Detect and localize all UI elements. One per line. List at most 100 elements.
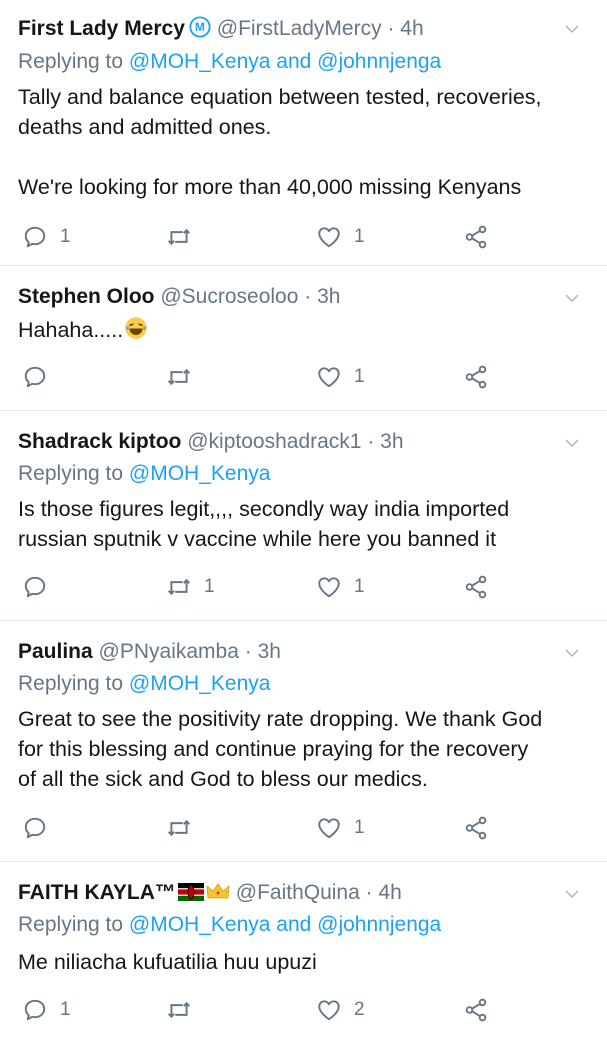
share-button[interactable] [463,362,489,392]
like-count: 1 [354,576,365,597]
replying-mentions[interactable]: @MOH_Kenya and @johnnjenga [129,913,441,936]
like-icon [316,997,342,1023]
retweet-icon [166,364,192,390]
retweet-count: 1 [204,576,215,597]
chevron-down-icon[interactable] [563,289,581,307]
like-count: 1 [354,817,365,838]
chevron-down-icon[interactable] [563,434,581,452]
tweet-header: Paulina @PNyaikamba · 3h [18,640,281,664]
like-button[interactable]: 1 [316,362,365,392]
timestamp: · 4h [387,17,424,40]
action-bar: 1 1 [0,222,607,252]
retweet-icon [166,224,192,250]
retweet-button[interactable] [166,995,204,1025]
retweet-button[interactable] [166,813,204,843]
like-count: 1 [354,366,365,387]
kenya-flag-emoji-icon [177,883,204,907]
reply-icon [22,997,48,1023]
tweet-text: Me niliacha kufuatilia huu upuzi [18,950,317,974]
reply-button[interactable]: 1 [22,995,71,1025]
svg-text:M: M [195,20,205,34]
like-icon [316,224,342,250]
like-button[interactable]: 1 [316,572,365,602]
reply-button[interactable] [22,362,60,392]
share-button[interactable] [463,995,489,1025]
tweet-text: Tally and balance equation between teste… [18,85,542,199]
verified-badge-icon: M [189,16,211,44]
replying-prefix: Replying to [18,50,124,73]
tweet-header: Stephen Oloo @Sucroseoloo · 3h [18,285,340,309]
author-name[interactable]: First Lady Mercy [18,17,185,40]
replying-prefix: Replying to [18,462,124,485]
chevron-down-icon[interactable] [563,644,581,662]
replying-to: Replying to @MOH_Kenya and @johnnjenga [18,913,441,937]
share-icon [463,574,489,600]
share-icon [463,224,489,250]
retweet-button[interactable] [166,362,204,392]
like-button[interactable]: 1 [316,813,365,843]
reply-button[interactable] [22,572,60,602]
tweet[interactable]: Stephen Oloo @Sucroseoloo · 3h Hahaha...… [0,267,607,411]
tweet[interactable]: Paulina @PNyaikamba · 3h Replying to @MO… [0,622,607,862]
retweet-button[interactable]: 1 [166,572,215,602]
author-handle[interactable]: @kiptooshadrack1 [187,430,361,453]
tweet[interactable]: FAITH KAYLA™ @FaithQuina · 4h Replying t… [0,863,607,1042]
reply-count: 1 [60,999,71,1020]
tweet-text: Hahaha..... [18,315,149,349]
author-name[interactable]: FAITH KAYLA™ [18,881,176,904]
like-icon [316,574,342,600]
tweet-text-content: Hahaha..... [18,318,124,342]
share-button[interactable] [463,813,489,843]
author-name[interactable]: Shadrack kiptoo [18,430,181,453]
author-name[interactable]: Stephen Oloo [18,285,155,308]
share-icon [463,815,489,841]
replying-mentions[interactable]: @MOH_Kenya [129,462,271,485]
retweet-icon [166,815,192,841]
reply-icon [22,224,48,250]
retweet-button[interactable] [166,222,204,252]
action-bar: 1 [0,362,607,392]
author-name[interactable]: Paulina [18,640,93,663]
tweet[interactable]: Shadrack kiptoo @kiptooshadrack1 · 3h Re… [0,412,607,621]
reply-icon [22,815,48,841]
replying-to: Replying to @MOH_Kenya [18,672,270,696]
tweet[interactable]: First Lady Mercy M @FirstLadyMercy · 4h R… [0,0,607,266]
share-icon [463,997,489,1023]
tweet-text: Is those figures legit,,,, secondly way … [18,497,510,551]
like-count: 2 [354,999,365,1020]
share-button[interactable] [463,572,489,602]
action-bar: 1 [0,813,607,843]
like-button[interactable]: 2 [316,995,365,1025]
author-handle[interactable]: @Sucroseoloo [160,285,298,308]
chevron-down-icon[interactable] [563,885,581,903]
reply-button[interactable] [22,813,60,843]
like-count: 1 [354,226,365,247]
like-icon [316,815,342,841]
tweet-header: First Lady Mercy M @FirstLadyMercy · 4h [18,16,424,44]
share-button[interactable] [463,222,489,252]
timestamp: · 3h [367,430,404,453]
replying-prefix: Replying to [18,672,124,695]
like-button[interactable]: 1 [316,222,365,252]
retweet-icon [166,997,192,1023]
tweet-header: Shadrack kiptoo @kiptooshadrack1 · 3h [18,430,404,454]
reply-count: 1 [60,226,71,247]
author-handle[interactable]: @FirstLadyMercy [217,17,382,40]
crown-emoji-icon [206,883,230,907]
chevron-down-icon[interactable] [563,20,581,38]
author-handle[interactable]: @PNyaikamba [99,640,239,663]
replying-prefix: Replying to [18,913,124,936]
replying-to: Replying to @MOH_Kenya [18,462,270,486]
action-bar: 1 2 [0,995,607,1025]
reply-icon [22,574,48,600]
reply-button[interactable]: 1 [22,222,71,252]
like-icon [316,364,342,390]
author-handle[interactable]: @FaithQuina [236,881,360,904]
timestamp: · 3h [304,285,341,308]
replying-mentions[interactable]: @MOH_Kenya and @johnnjenga [129,50,441,73]
tweet-header: FAITH KAYLA™ @FaithQuina · 4h [18,881,402,907]
timestamp: · 4h [365,881,402,904]
reply-icon [22,364,48,390]
replying-mentions[interactable]: @MOH_Kenya [129,672,271,695]
replying-to: Replying to @MOH_Kenya and @johnnjenga [18,50,441,74]
